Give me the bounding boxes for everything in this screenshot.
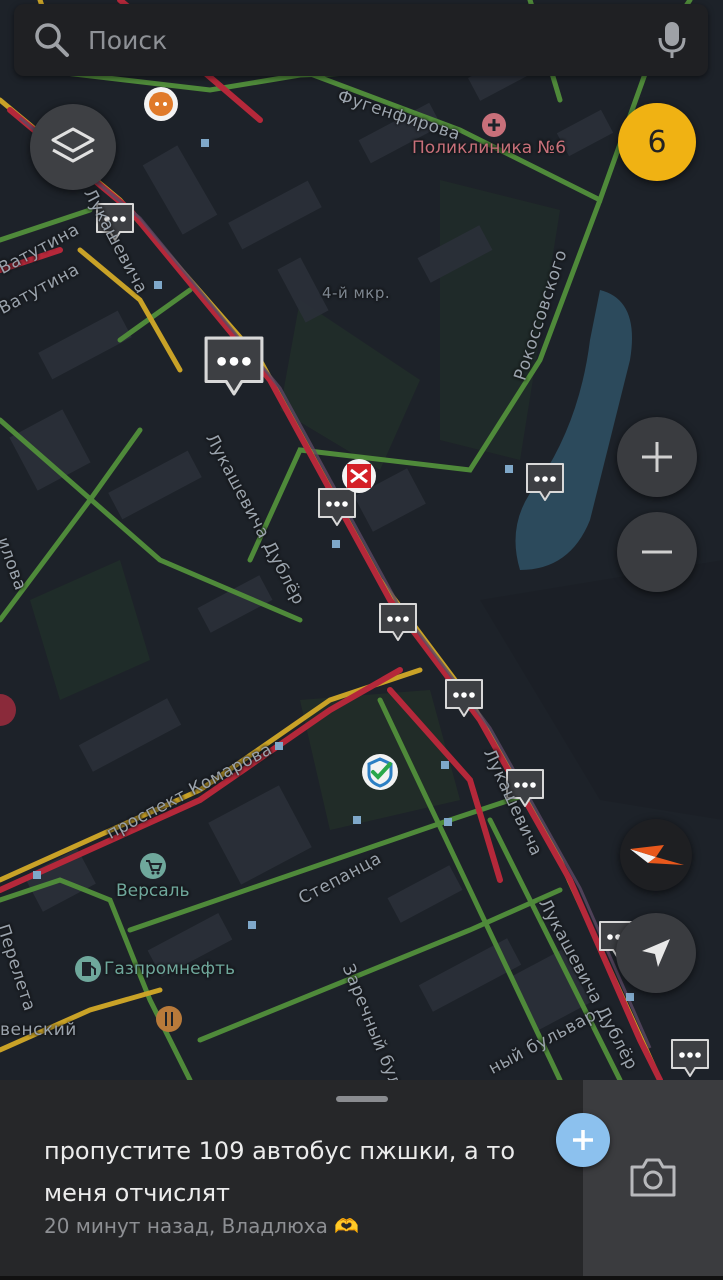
shopping-cart-icon[interactable] (140, 853, 166, 879)
fuel-icon[interactable] (75, 956, 101, 982)
navigation-arrow-icon (642, 939, 670, 967)
layers-button[interactable] (30, 104, 116, 190)
minus-icon (642, 550, 672, 554)
zoom-in-button[interactable] (617, 417, 697, 497)
camera-button[interactable] (583, 1080, 723, 1276)
poi-label-gazpromneft[interactable]: Газпромнефть (104, 959, 235, 979)
verified-check-icon[interactable] (362, 754, 398, 790)
street-label: венский (0, 1020, 77, 1040)
plus-icon (573, 1130, 593, 1150)
traffic-score-value: 6 (647, 124, 667, 160)
poi-label-versal[interactable]: Версаль (116, 881, 190, 901)
compass-button[interactable] (620, 819, 692, 891)
search-input[interactable] (86, 14, 654, 66)
medical-cross-icon[interactable] (482, 113, 506, 137)
cat-shop-icon[interactable] (144, 87, 178, 121)
bank-logo-icon[interactable] (342, 459, 376, 493)
layers-icon (51, 127, 95, 163)
zoom-out-button[interactable] (617, 512, 697, 592)
traffic-score-badge[interactable]: 6 (618, 103, 696, 181)
compass-icon (630, 845, 684, 865)
message-text: пропустите 109 автобус пжшки, а то меня … (44, 1137, 516, 1207)
search-icon[interactable] (32, 20, 72, 60)
system-nav-strip (0, 1276, 723, 1280)
my-location-button[interactable] (616, 913, 696, 993)
district-label: 4-й мкр. (322, 284, 391, 302)
poi-label-polyclinic[interactable]: Поликлиника №6 (412, 138, 566, 158)
plus-icon (642, 442, 672, 472)
search-bar[interactable] (14, 4, 708, 76)
add-button[interactable] (556, 1113, 610, 1167)
app-root: Фугенфирова Рокоссовского Ватутина Ватут… (0, 0, 723, 1280)
message-panel[interactable]: пропустите 109 автобус пжшки, а то меня … (0, 1080, 723, 1280)
message-meta: 20 минут назад, Владлюха 🫶 (44, 1214, 360, 1238)
restaurant-icon[interactable] (156, 1006, 182, 1032)
microphone-icon[interactable] (654, 20, 690, 60)
drag-handle[interactable] (336, 1096, 388, 1102)
camera-icon (630, 1158, 676, 1197)
